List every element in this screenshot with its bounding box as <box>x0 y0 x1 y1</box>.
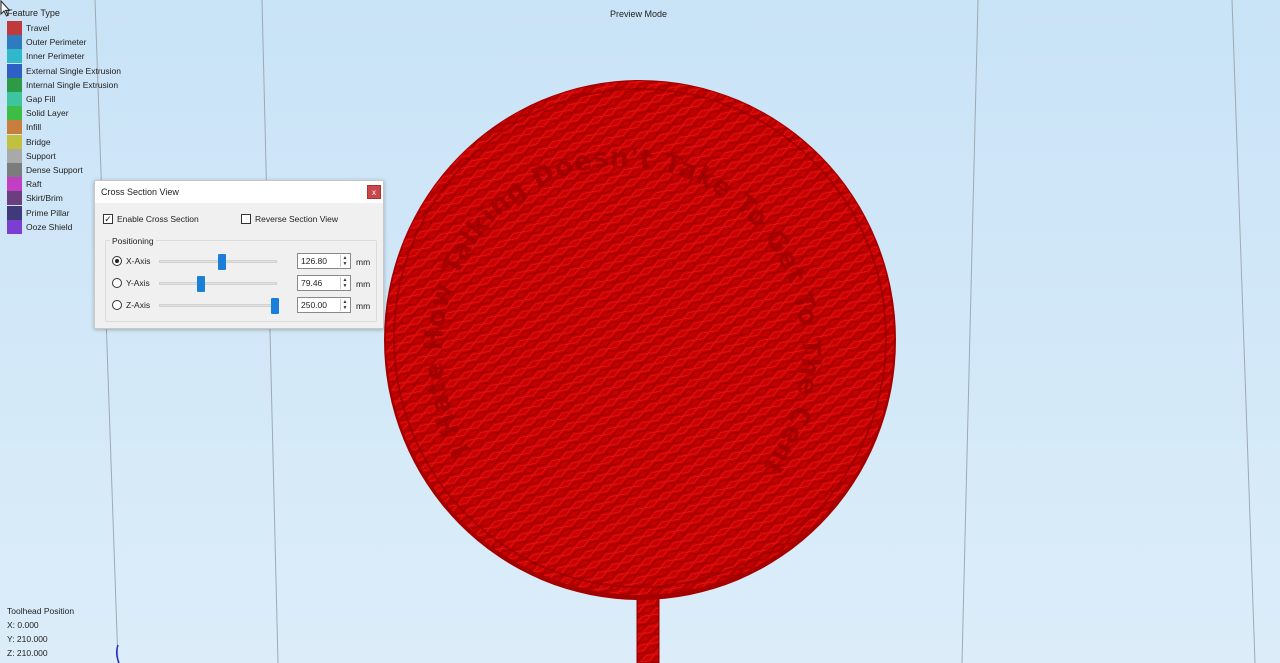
legend-item-label: Gap Fill <box>26 94 56 105</box>
legend-item: Infill <box>7 120 121 135</box>
z-axis-row: Z-Axis 250.00 ▲ ▼ mm <box>106 296 378 314</box>
3d-viewport[interactable]: I Hate How Talking Doesn't Take To Get T… <box>0 0 1280 663</box>
legend-item-label: Outer Perimeter <box>26 37 87 48</box>
legend-item: Support <box>7 148 121 163</box>
x-axis-slider-thumb[interactable] <box>218 254 227 270</box>
legend-item: Bridge <box>7 134 121 149</box>
spin-arrows-icon[interactable]: ▲ ▼ <box>340 255 349 267</box>
reverse-section-view-row[interactable]: Reverse Section View <box>241 214 338 224</box>
legend-swatch <box>7 219 22 234</box>
legend-swatch <box>7 177 22 192</box>
x-axis-value-input[interactable]: 126.80 ▲ ▼ <box>297 253 351 269</box>
legend-swatch <box>7 162 22 177</box>
legend-item-label: Travel <box>26 23 50 34</box>
close-button[interactable]: x <box>367 185 381 199</box>
build-volume-edge <box>1231 0 1256 663</box>
build-volume-edge <box>261 0 279 663</box>
y-axis-row: Y-Axis 79.46 ▲ ▼ mm <box>106 274 378 292</box>
x-axis-row: X-Axis 126.80 ▲ ▼ mm <box>106 252 378 270</box>
y-axis-slider-thumb[interactable] <box>197 276 206 292</box>
legend-item: Gap Fill <box>7 92 121 107</box>
cross-section-dialog: Cross Section View x ✓ Enable Cross Sect… <box>94 180 384 329</box>
enable-cross-section-row[interactable]: ✓ Enable Cross Section <box>103 214 199 224</box>
legend-item: External Single Extrusion <box>7 63 121 78</box>
legend-item-label: Infill <box>26 122 42 133</box>
legend-swatch <box>7 35 22 50</box>
legend-swatch <box>7 63 22 78</box>
z-axis-slider-thumb[interactable] <box>271 298 279 314</box>
z-axis-label: Z-Axis <box>126 300 151 310</box>
y-axis-label: Y-Axis <box>126 278 150 288</box>
positioning-title: Positioning <box>110 236 156 246</box>
reverse-section-view-checkbox[interactable] <box>241 214 251 224</box>
toolhead-y: Y: 210.000 <box>7 634 48 644</box>
z-axis-value-input[interactable]: 250.00 ▲ ▼ <box>297 297 351 313</box>
legend-item-label: Ooze Shield <box>26 221 73 232</box>
legend-item-label: Raft <box>26 179 42 190</box>
legend-item: Travel <box>7 21 121 36</box>
preview-mode-label: Preview Mode <box>609 9 668 19</box>
dialog-titlebar[interactable]: Cross Section View x <box>95 181 383 203</box>
reverse-section-view-label: Reverse Section View <box>255 214 338 224</box>
x-axis-value: 126.80 <box>301 256 327 266</box>
close-icon: x <box>372 187 376 197</box>
spin-arrows-icon[interactable]: ▲ ▼ <box>340 277 349 289</box>
x-axis-label: X-Axis <box>126 256 151 266</box>
legend-swatch <box>7 205 22 220</box>
toolhead-title: Toolhead Position <box>7 606 75 616</box>
legend-item-label: Skirt/Brim <box>26 193 63 204</box>
z-axis-radio[interactable] <box>112 300 122 310</box>
toolhead-x: X: 0.000 <box>7 620 39 630</box>
legend-item-label: Inner Perimeter <box>26 51 85 62</box>
legend-item: Internal Single Extrusion <box>7 77 121 92</box>
legend-item-label: Dense Support <box>26 164 83 175</box>
y-axis-value: 79.46 <box>301 278 323 288</box>
enable-cross-section-label: Enable Cross Section <box>117 214 199 224</box>
toolhead-z: Z: 210.000 <box>7 648 48 658</box>
spin-arrows-icon[interactable]: ▲ ▼ <box>340 299 349 311</box>
positioning-group: Positioning X-Axis 126.80 ▲ ▼ mm Y-Axis 7… <box>105 236 378 322</box>
y-axis-radio[interactable] <box>112 278 122 288</box>
toolhead-position: Toolhead Position X: 0.000 Y: 210.000 Z:… <box>7 604 74 660</box>
mouse-cursor-icon <box>0 0 11 17</box>
z-axis-unit: mm <box>356 301 371 311</box>
y-axis-value-input[interactable]: 79.46 ▲ ▼ <box>297 275 351 291</box>
legend-swatch <box>7 21 22 36</box>
legend-item-label: Internal Single Extrusion <box>26 79 119 90</box>
legend-item-label: External Single Extrusion <box>26 65 121 76</box>
legend-title: Feature Type <box>7 8 60 18</box>
dialog-title: Cross Section View <box>101 187 179 197</box>
y-axis-slider[interactable] <box>159 282 277 285</box>
legend-item-label: Solid Layer <box>26 108 69 119</box>
legend-item: Dense Support <box>7 162 121 177</box>
legend-swatch <box>7 49 22 64</box>
legend-swatch <box>7 106 22 121</box>
y-axis-unit: mm <box>356 279 371 289</box>
legend-item-label: Prime Pillar <box>26 207 70 218</box>
legend-swatch <box>7 134 22 149</box>
build-volume-edge <box>961 0 979 663</box>
legend-swatch <box>7 191 22 206</box>
x-axis-radio[interactable] <box>112 256 122 266</box>
x-axis-unit: mm <box>356 257 371 267</box>
legend-item: Solid Layer <box>7 106 121 121</box>
legend-item-label: Support <box>26 150 56 161</box>
legend-item-label: Bridge <box>26 136 51 147</box>
legend-item: Outer Perimeter <box>7 35 121 50</box>
legend-item: Inner Perimeter <box>7 49 121 64</box>
legend-swatch <box>7 92 22 107</box>
z-axis-slider[interactable] <box>159 304 277 307</box>
legend-swatch <box>7 77 22 92</box>
legend-swatch <box>7 120 22 135</box>
legend-swatch <box>7 148 22 163</box>
build-volume-scene: I Hate How Talking Doesn't Take To Get T… <box>0 0 1256 663</box>
enable-cross-section-checkbox[interactable]: ✓ <box>103 214 113 224</box>
z-axis-value: 250.00 <box>301 300 327 310</box>
